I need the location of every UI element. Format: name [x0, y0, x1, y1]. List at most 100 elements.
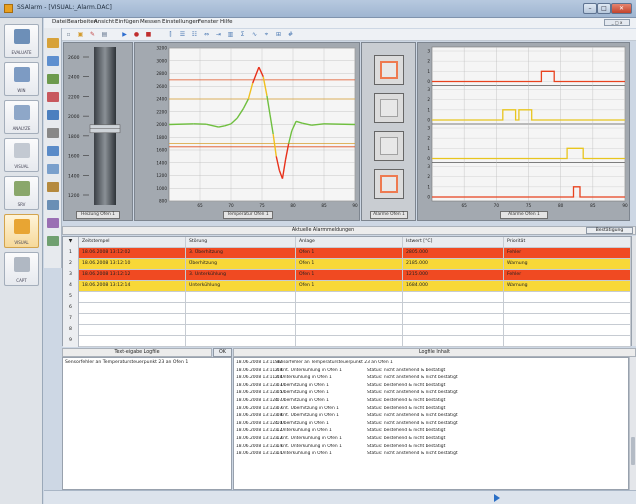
- img-icon[interactable]: [47, 200, 59, 210]
- layers-icon[interactable]: [47, 236, 59, 246]
- log-entry[interactable]: 18.06.2008 13:11:48 2. Unterkühlung in Of…: [236, 375, 626, 382]
- align-icon[interactable]: ⫿: [167, 31, 174, 38]
- arrow-icon[interactable]: ⇥: [215, 31, 222, 38]
- close-button[interactable]: ✕: [611, 3, 632, 14]
- sidebar-item-label: CAPT: [16, 278, 27, 283]
- table-row[interactable]: 9: [63, 336, 631, 347]
- column-header[interactable]: Priorität: [504, 237, 631, 248]
- zoom-icon[interactable]: ⊞: [275, 31, 282, 38]
- log-scroll-thumb[interactable]: [631, 437, 635, 465]
- log-scrollbar[interactable]: [629, 357, 636, 490]
- log-content-list[interactable]: 18.06.2008 13:11:42 Sensorfehler an Tempe…: [233, 357, 629, 490]
- table-row[interactable]: 4 18.06.2008 13:12:14 Unterkühlung Ofen 1 16…: [63, 281, 631, 292]
- paint-icon[interactable]: [47, 38, 59, 48]
- table-cell: [504, 314, 631, 325]
- log-status: Status: bestehend & nicht bestätigt: [367, 382, 446, 388]
- trend-icon[interactable]: [47, 146, 59, 156]
- menu-item-2[interactable]: Ansicht: [94, 19, 114, 25]
- log-entry[interactable]: 18.06.2008 13:12:14 3. krit. Unterkühlung…: [236, 444, 626, 451]
- log-entry[interactable]: 18.06.2008 13:11:48 2. krit. Unterkühlung…: [236, 368, 626, 375]
- y-tick-label: 800: [159, 199, 167, 204]
- x-tick-label: 75: [526, 203, 532, 208]
- stop-icon[interactable]: ■: [145, 31, 152, 38]
- log-entry[interactable]: 18.06.2008 13:12:10 4. Überhitzung in Ofe…: [236, 421, 626, 428]
- sidebar-item-analyze-2[interactable]: ANALYZE: [4, 100, 39, 134]
- curve-icon[interactable]: ∿: [251, 31, 258, 38]
- log-entry[interactable]: 18.06.2008 13:12:12 3. Unterkühlung in Of…: [236, 428, 626, 435]
- column-header[interactable]: Istwert [°C]: [403, 237, 504, 248]
- log-input-field[interactable]: Sensorfehler an Temperatursteuerpunkt 23…: [62, 357, 232, 490]
- table-row[interactable]: 2 18.06.2008 13:12:10 Überhitzung Ofen 1 218…: [63, 259, 631, 270]
- sidebar-item-label: VISUAL: [14, 164, 29, 169]
- alarm-table-scrollbar[interactable]: [632, 236, 636, 346]
- table-row[interactable]: 6: [63, 303, 631, 314]
- hash-icon[interactable]: #: [287, 31, 294, 38]
- table-row[interactable]: 3 18.06.2008 13:12:12 3. Unterkühlung Ofen …: [63, 270, 631, 281]
- sidebar-item-srv-4[interactable]: SRV: [4, 176, 39, 210]
- ok-button[interactable]: OK: [213, 348, 232, 357]
- column-header[interactable]: Zeitstempel: [79, 237, 186, 248]
- minimize-button[interactable]: –: [583, 3, 597, 14]
- log-message: 4. Überhitzung in Ofen 1: [275, 420, 329, 426]
- table-icon[interactable]: [47, 164, 59, 174]
- play-status-icon[interactable]: [494, 494, 500, 502]
- gauge-icon[interactable]: [47, 110, 59, 120]
- y-tick-label: 2: [427, 97, 430, 102]
- table-cell: [79, 336, 186, 347]
- menu-item-0[interactable]: Datei: [52, 19, 67, 25]
- sidebar-item-visual-5[interactable]: VISUAL: [4, 214, 39, 248]
- title-bar: SSAlarm - [VISUAL:_Alarm.DAC] – □ ✕: [0, 0, 636, 18]
- list-icon[interactable]: [47, 74, 59, 84]
- sidebar-item-visual-3[interactable]: VISUAL: [4, 138, 39, 172]
- table-row[interactable]: 1 18.06.2008 13:12:02 3. Überhitzung Ofen 1…: [63, 248, 631, 259]
- print-icon[interactable]: ▤: [101, 31, 108, 38]
- log-entry[interactable]: 18.06.2008 13:12:07 4. Überhitzung in Ofe…: [236, 398, 626, 405]
- menu-item-5[interactable]: Einstellungen: [162, 19, 199, 25]
- new-icon[interactable]: ▫: [65, 31, 72, 38]
- arrows-icon[interactable]: ⇔: [203, 31, 210, 38]
- tool-icon[interactable]: ✎: [89, 31, 96, 38]
- maximize-button[interactable]: □: [597, 3, 611, 14]
- histogram-icon[interactable]: ▥: [227, 31, 234, 38]
- log-entry[interactable]: 18.06.2008 13:12:05 3. Überhitzung in Ofe…: [236, 390, 626, 397]
- column-header[interactable]: Anlage: [296, 237, 403, 248]
- log-status: Status: nicht anstehend & bestätigt: [367, 367, 446, 373]
- sidebar-item-capt-6[interactable]: CAPT: [4, 252, 39, 286]
- marker-icon[interactable]: ⌖: [263, 31, 270, 38]
- log-entry[interactable]: 18.06.2008 13:12:03 3. Überhitzung in Ofe…: [236, 383, 626, 390]
- table-cell: [504, 325, 631, 336]
- grid-icon[interactable]: [47, 92, 59, 102]
- bars2-icon[interactable]: ☷: [191, 31, 198, 38]
- sidebar-item-evaluate-0[interactable]: EVALUATE: [4, 24, 39, 58]
- record-icon[interactable]: ●: [133, 31, 140, 38]
- table-row[interactable]: 7: [63, 314, 631, 325]
- menu-item-3[interactable]: Einfügen: [115, 19, 139, 25]
- bars-icon[interactable]: ☰: [179, 31, 186, 38]
- ruler-icon[interactable]: [47, 182, 59, 192]
- log-entry[interactable]: 18.06.2008 13:11:42 Sensorfehler an Tempe…: [236, 360, 626, 367]
- y-tick-label: 2200: [156, 109, 167, 114]
- menu-item-1[interactable]: Bearbeiten: [67, 19, 97, 25]
- log-entry[interactable]: 18.06.2008 13:12:12 3. krit. Unterkühlung…: [236, 436, 626, 443]
- log-status: Status: bestehend & nicht bestätigt: [367, 428, 446, 434]
- log-entry[interactable]: 18.06.2008 13:12:08 3. krit. Überhitzung …: [236, 413, 626, 420]
- open-icon[interactable]: ▣: [77, 31, 84, 38]
- log-entry[interactable]: 18.06.2008 13:12:14 3. Unterkühlung in Of…: [236, 451, 626, 458]
- sidebar-item-win-1[interactable]: WIN: [4, 62, 39, 96]
- log-entry[interactable]: 18.06.2008 13:12:07 3. krit. Überhitzung …: [236, 406, 626, 413]
- menu-item-7[interactable]: Hilfe: [220, 19, 233, 25]
- table-cell: 18.06.2008 13:12:12: [79, 270, 186, 281]
- stats-icon[interactable]: Σ: [239, 31, 246, 38]
- menu-item-4[interactable]: Messen: [140, 19, 161, 25]
- table-row[interactable]: 8: [63, 325, 631, 336]
- menu-item-6[interactable]: Fenster: [198, 19, 218, 25]
- alarm-lamp-3: [374, 131, 404, 161]
- pages-icon[interactable]: [47, 218, 59, 228]
- acknowledge-button[interactable]: Bestätigung: [586, 227, 633, 234]
- table-row[interactable]: 5: [63, 292, 631, 303]
- chart-icon[interactable]: [47, 56, 59, 66]
- column-header[interactable]: Störung: [186, 237, 296, 248]
- bar-icon[interactable]: [47, 128, 59, 138]
- document-controls[interactable]: _ □ x: [604, 19, 630, 26]
- play-icon[interactable]: ▶: [121, 31, 128, 38]
